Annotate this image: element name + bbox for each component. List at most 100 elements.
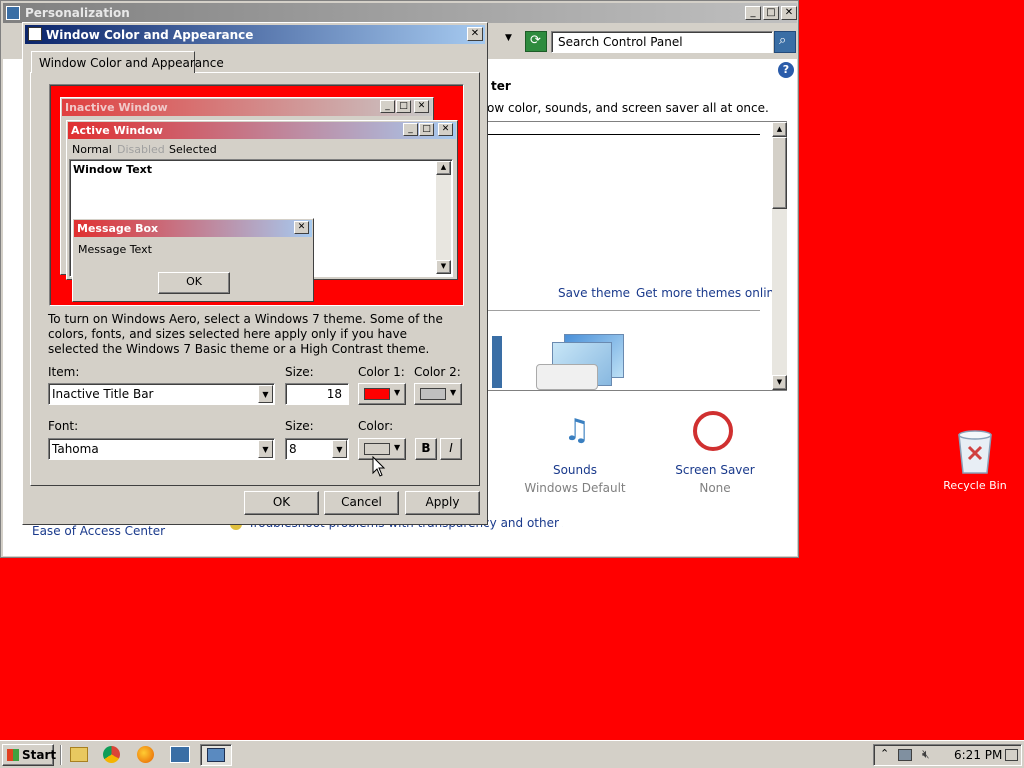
scroll-down-button[interactable]: ▼ <box>772 375 787 390</box>
maximize-button[interactable]: □ <box>763 6 779 20</box>
minimize-button[interactable]: _ <box>745 6 761 20</box>
show-hidden-icons[interactable]: ⌃ <box>880 747 889 760</box>
refresh-icon: ⟳ <box>530 33 541 48</box>
recycle-bin-icon <box>958 430 992 474</box>
item-dropdown-icon[interactable]: ▼ <box>258 385 273 403</box>
search-input[interactable]: Search Control Panel <box>551 31 773 53</box>
tab-label: Window Color and Appearance <box>39 56 224 70</box>
system-tray: ⌃ 🔇︎ 6:21 PM <box>873 744 1022 766</box>
file-explorer-icon[interactable] <box>70 747 88 762</box>
font-size-dropdown-icon[interactable]: ▼ <box>332 440 347 458</box>
font-dropdown-icon[interactable]: ▼ <box>258 440 273 458</box>
sounds-item[interactable]: ♫ Sounds Windows Default <box>523 409 627 499</box>
recycle-bin-shortcut[interactable]: Recycle Bin <box>940 425 1010 495</box>
size-stepper[interactable]: 18 <box>285 383 349 405</box>
font-size-label: Size: <box>285 419 314 433</box>
more-themes-link[interactable]: Get more themes online <box>636 286 782 300</box>
active-title: Active Window <box>71 124 163 137</box>
theme-divider-2 <box>488 310 760 311</box>
dialog-titlebar[interactable]: Window Color and Appearance ✕ <box>25 25 485 44</box>
msgbox-titlebar: Message Box ✕ <box>74 220 312 237</box>
theme-thumbnail[interactable] <box>492 336 502 388</box>
chrome-icon[interactable] <box>103 746 120 763</box>
item-value: Inactive Title Bar <box>52 387 154 401</box>
preview-scroll-up-icon: ▲ <box>436 161 451 175</box>
theme-divider <box>488 134 760 135</box>
start-button[interactable]: Start <box>2 744 56 766</box>
font-size-select[interactable]: 8 ▼ <box>285 438 349 460</box>
font-value: Tahoma <box>52 442 99 456</box>
search-icon: ⌕ <box>779 33 787 48</box>
bold-toggle[interactable]: B <box>415 438 437 460</box>
personalization-titlebar[interactable]: Personalization _ □ ✕ <box>3 3 797 23</box>
dropdown-arrow-icon[interactable]: ▼ <box>505 33 512 43</box>
dialog-close-button[interactable]: ✕ <box>467 27 483 41</box>
save-theme-link[interactable]: Save theme <box>558 286 630 300</box>
active-task-button[interactable] <box>200 744 232 766</box>
color1-label: Color 1: <box>358 365 405 379</box>
scroll-up-button[interactable]: ▲ <box>772 122 787 137</box>
color2-picker[interactable]: ▼ <box>414 383 462 405</box>
screensaver-label: Screen Saver <box>675 463 755 477</box>
inactive-min-icon: _ <box>380 100 395 113</box>
preview-message-box[interactable]: Message Box ✕ Message Text OK <box>72 218 314 302</box>
preview-scrollbar: ▲ ▼ <box>436 161 451 274</box>
preview-area: Inactive Window _ □ ✕ Active Window _ □ … <box>49 84 464 306</box>
scroll-thumb[interactable] <box>772 137 787 209</box>
control-panel-taskbar-icon[interactable] <box>170 746 190 763</box>
theme-list[interactable]: Save theme Get more themes online ▲ ▼ <box>487 121 787 391</box>
font-color-label: Color: <box>358 419 394 433</box>
msgbox-close-icon: ✕ <box>294 221 309 234</box>
ease-access-link[interactable]: Ease of Access Center <box>32 524 165 538</box>
close-button[interactable]: ✕ <box>781 6 797 20</box>
color2-swatch <box>420 388 446 400</box>
active-max-icon: □ <box>419 123 434 136</box>
cancel-button[interactable]: Cancel <box>324 491 399 515</box>
italic-toggle[interactable]: I <box>440 438 462 460</box>
recycle-bin-label: Recycle Bin <box>943 479 1007 492</box>
ok-button[interactable]: OK <box>244 491 319 515</box>
font-select[interactable]: Tahoma ▼ <box>48 438 275 460</box>
firefox-icon[interactable] <box>137 746 154 763</box>
active-min-icon: _ <box>403 123 418 136</box>
color1-picker[interactable]: ▼ <box>358 383 406 405</box>
screensaver-icon <box>693 411 733 451</box>
control-panel-icon <box>6 6 20 20</box>
color2-dropdown-icon: ▼ <box>450 388 457 397</box>
apply-button[interactable]: Apply <box>405 491 480 515</box>
msgbox-title: Message Box <box>77 222 159 235</box>
size-label: Size: <box>285 365 314 379</box>
tab-window-color[interactable]: Window Color and Appearance <box>31 51 224 73</box>
action-center-icon[interactable] <box>1005 749 1018 761</box>
address-bar[interactable]: ▼ <box>491 30 521 52</box>
item-select[interactable]: Inactive Title Bar ▼ <box>48 383 275 405</box>
sounds-value: Windows Default <box>524 481 626 495</box>
msgbox-ok-button[interactable]: OK <box>158 272 230 294</box>
mouse-cursor-icon <box>372 456 386 477</box>
dialog-app-icon <box>28 27 42 41</box>
msgbox-text: Message Text <box>78 243 152 256</box>
help-icon[interactable]: ? <box>778 62 794 78</box>
network-icon[interactable] <box>898 749 912 761</box>
refresh-button[interactable]: ⟳ <box>525 31 547 52</box>
taskbar-separator <box>60 745 62 765</box>
search-placeholder: Search Control Panel <box>558 35 683 49</box>
clock[interactable]: 6:21 PM <box>954 748 1002 762</box>
active-titlebar: Active Window _ □ ✕ <box>68 122 456 139</box>
font-color-swatch <box>364 443 390 455</box>
menu-normal: Normal <box>72 143 112 156</box>
theme-preview-stack[interactable] <box>536 334 636 390</box>
menu-disabled: Disabled <box>117 143 165 156</box>
theme-list-scrollbar[interactable]: ▲ ▼ <box>772 122 787 390</box>
tab-page: Inactive Window _ □ ✕ Active Window _ □ … <box>30 72 480 486</box>
display-settings-icon <box>207 748 225 762</box>
color1-dropdown-icon: ▼ <box>394 388 401 397</box>
screensaver-item[interactable]: Screen Saver None <box>663 409 767 499</box>
window-text: Window Text <box>73 163 153 176</box>
search-button[interactable]: ⌕ <box>774 31 796 53</box>
sounds-label: Sounds <box>552 463 598 477</box>
volume-muted-icon[interactable]: 🔇︎ <box>922 747 930 762</box>
page-description: ow color, sounds, and screen saver all a… <box>487 101 769 115</box>
item-label: Item: <box>48 365 80 379</box>
inactive-titlebar: Inactive Window _ □ ✕ <box>62 99 432 116</box>
